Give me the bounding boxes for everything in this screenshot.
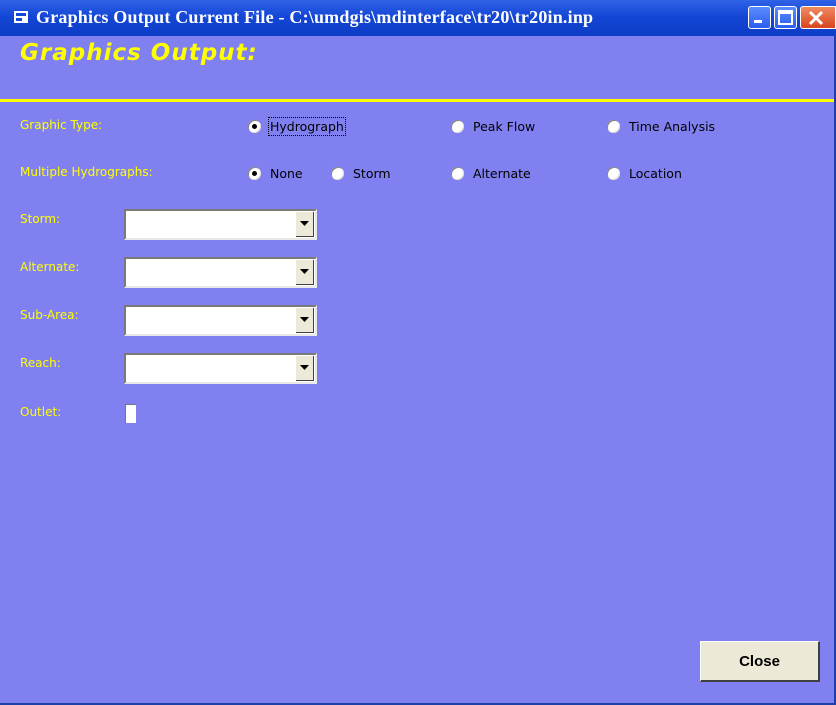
title-bar[interactable]: Graphics Output Current File - C:\umdgis… <box>0 0 836 36</box>
radio-hydrograph[interactable]: Hydrograph <box>248 116 346 136</box>
radio-label: Time Analysis <box>629 118 716 134</box>
radio-dot <box>607 119 620 133</box>
outlet-field[interactable] <box>125 404 136 423</box>
radio-label: Hydrograph <box>268 116 346 136</box>
chevron-down-icon <box>300 365 309 370</box>
outlet-label: Outlet: <box>20 405 62 419</box>
subarea-label: Sub-Area: <box>20 308 79 322</box>
radio-dot <box>451 166 464 180</box>
storm-dropdown-button[interactable] <box>296 212 314 237</box>
storm-select[interactable] <box>124 209 317 240</box>
reach-dropdown-button[interactable] <box>296 356 314 381</box>
radio-dot <box>248 166 261 180</box>
header-divider <box>0 99 834 102</box>
minimize-icon <box>754 20 762 23</box>
chevron-down-icon <box>300 317 309 322</box>
radio-label: Peak Flow <box>473 118 536 134</box>
page-title: Graphics Output: <box>20 40 258 66</box>
alternate-label: Alternate: <box>20 260 80 274</box>
multiple-hydrographs-label: Multiple Hydrographs: <box>20 165 153 179</box>
radio-dot <box>607 166 620 180</box>
alternate-dropdown-button[interactable] <box>296 260 314 285</box>
subarea-select[interactable] <box>124 305 317 336</box>
radio-storm[interactable]: Storm <box>331 164 391 182</box>
graphic-type-label: Graphic Type: <box>20 118 103 132</box>
radio-peak-flow[interactable]: Peak Flow <box>451 117 535 135</box>
maximize-icon <box>778 10 793 25</box>
app-icon <box>14 11 28 23</box>
radio-dot <box>331 166 344 180</box>
minimize-button[interactable] <box>748 6 771 29</box>
close-window-button[interactable] <box>800 6 836 29</box>
close-icon <box>808 10 824 26</box>
chevron-down-icon <box>300 269 309 274</box>
radio-label: Alternate <box>473 165 531 181</box>
radio-label: Location <box>629 165 682 181</box>
radio-location[interactable]: Location <box>607 164 682 182</box>
radio-dot <box>248 119 261 133</box>
graphics-output-window: Graphics Output Current File - C:\umdgis… <box>0 0 836 705</box>
storm-label: Storm: <box>20 212 61 226</box>
radio-alternate[interactable]: Alternate <box>451 164 531 182</box>
radio-time-analysis[interactable]: Time Analysis <box>607 117 715 135</box>
chevron-down-icon <box>300 221 309 226</box>
reach-label: Reach: <box>20 356 61 370</box>
close-button[interactable]: Close <box>700 641 820 682</box>
radio-label: None <box>270 165 303 181</box>
radio-none[interactable]: None <box>248 164 303 182</box>
window-title: Graphics Output Current File - C:\umdgis… <box>36 7 594 27</box>
alternate-select[interactable] <box>124 257 317 288</box>
radio-dot <box>451 119 464 133</box>
reach-select[interactable] <box>124 353 317 384</box>
radio-label: Storm <box>353 165 391 181</box>
maximize-button[interactable] <box>774 6 797 29</box>
subarea-dropdown-button[interactable] <box>296 308 314 333</box>
